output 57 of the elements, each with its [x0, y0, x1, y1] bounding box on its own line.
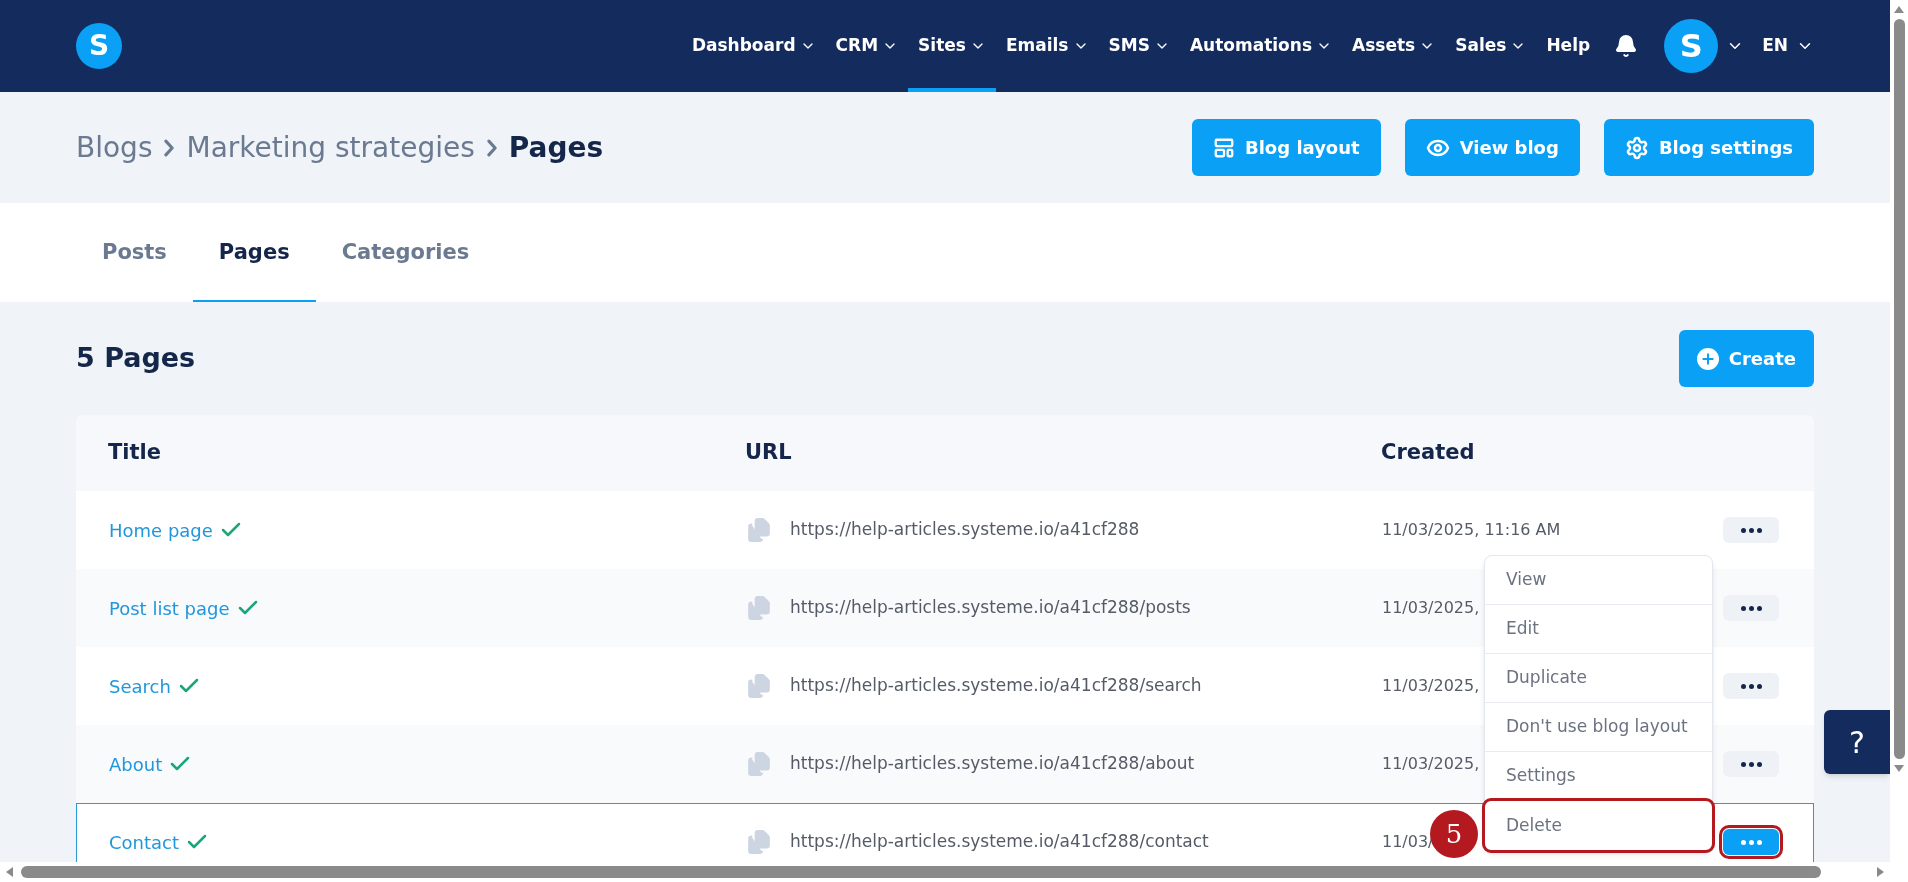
- column-header: URL: [745, 439, 793, 467]
- page-title-link[interactable]: About: [109, 750, 163, 778]
- nav-menu-item[interactable]: Emails: [995, 0, 1099, 92]
- avatar-button[interactable]: S: [1664, 19, 1719, 73]
- nav-menu-item[interactable]: Dashboard: [681, 0, 826, 92]
- chevron-right-icon: [486, 138, 497, 157]
- nav-menu-item[interactable]: Assets: [1342, 0, 1446, 92]
- settings-icon: [1624, 135, 1649, 160]
- column-header: Created: [1381, 439, 1476, 467]
- chevron-right-icon: [164, 138, 175, 157]
- page-heading: 5 Pages: [76, 341, 196, 376]
- breadcrumb-item: Pages: [508, 129, 604, 166]
- nav-menu-item[interactable]: SMS: [1098, 0, 1180, 92]
- nav-menu-item[interactable]: CRM: [825, 0, 909, 92]
- page-title-link[interactable]: Search: [109, 672, 171, 700]
- more-options-button[interactable]: [1723, 751, 1779, 777]
- menu-item[interactable]: Duplicate: [1485, 654, 1712, 703]
- menu-item[interactable]: Delete: [1485, 801, 1712, 850]
- more-options-button[interactable]: [1723, 673, 1779, 699]
- page-url: https://help-articles.systeme.io/a41cf288/posts: [790, 596, 1191, 620]
- help-button[interactable]: ?: [1824, 710, 1890, 774]
- menu-item[interactable]: Edit: [1485, 605, 1712, 654]
- breadcrumb-item[interactable]: Marketing strategies: [186, 126, 475, 169]
- nav-menu-item[interactable]: Sales: [1445, 0, 1537, 92]
- menu-item[interactable]: View: [1485, 556, 1712, 605]
- page-url: https://help-articles.systeme.io/a41cf288: [790, 518, 1140, 542]
- page-title-link[interactable]: Post list page: [109, 594, 230, 622]
- notification-bell-icon[interactable]: [1614, 34, 1639, 58]
- page-url: https://help-articles.systeme.io/a41cf288/about: [790, 752, 1195, 776]
- page-url: https://help-articles.systeme.io/a41cf288/contact: [790, 830, 1209, 854]
- nav-menu-item[interactable]: Automations: [1179, 0, 1342, 92]
- header-button[interactable]: Blog layout: [1191, 119, 1381, 176]
- header-button[interactable]: Blog settings: [1603, 119, 1814, 176]
- page-title-link[interactable]: Contact: [109, 828, 180, 856]
- more-options-button[interactable]: [1723, 595, 1779, 621]
- tab[interactable]: Categories: [315, 203, 496, 302]
- page-url: https://help-articles.systeme.io/a41cf288/search: [790, 674, 1202, 698]
- logo[interactable]: S: [76, 23, 122, 69]
- nav-menu-item[interactable]: Help: [1536, 0, 1601, 92]
- header-button[interactable]: View blog: [1404, 119, 1580, 176]
- created-date: 11/03/2025,: [1382, 676, 1480, 695]
- breadcrumb-item[interactable]: Blogs: [76, 126, 153, 169]
- created-date: 11/03/2025,: [1382, 754, 1480, 773]
- create-button[interactable]: Create: [1678, 330, 1814, 387]
- layout-icon: [1212, 136, 1235, 159]
- page-title-link[interactable]: Home page: [109, 516, 213, 544]
- vertical-scrollbar[interactable]: [1890, 0, 1908, 882]
- created-date: 11/03/2025, 11:16 AM: [1382, 520, 1561, 539]
- created-date: 11/03/2025,: [1382, 598, 1480, 617]
- more-options-button[interactable]: [1723, 517, 1779, 543]
- column-header: Title: [107, 439, 162, 467]
- nav-menu-item[interactable]: Sites: [908, 0, 996, 92]
- tab[interactable]: Pages: [192, 203, 316, 302]
- menu-item[interactable]: Settings: [1485, 752, 1712, 801]
- language-selector[interactable]: EN: [1762, 33, 1814, 59]
- menu-item[interactable]: Don't use blog layout: [1485, 703, 1712, 752]
- tab[interactable]: Posts: [76, 203, 193, 302]
